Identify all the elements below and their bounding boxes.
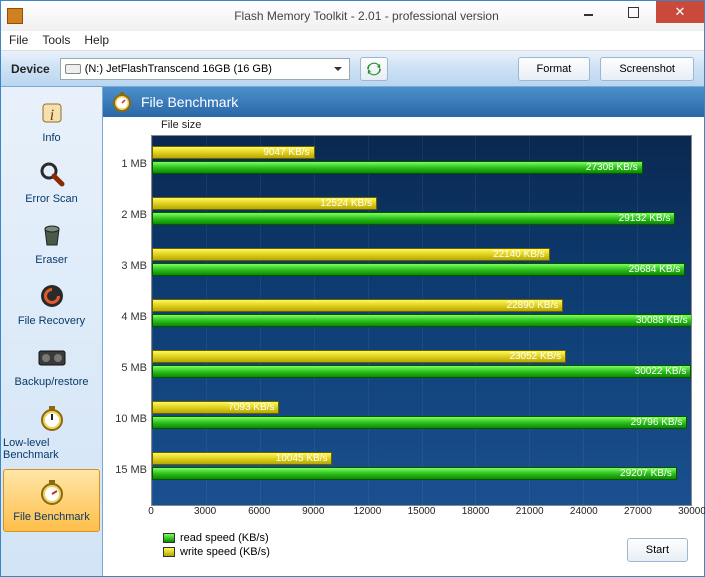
content-panel: File Benchmark File size 9047 KB/s 27308 …	[103, 87, 704, 576]
chart-bar-write: 10045 KB/s	[152, 452, 332, 465]
panel-header: File Benchmark	[103, 87, 704, 117]
sidebar-item-eraser[interactable]: Eraser	[1, 213, 102, 274]
sidebar-item-label: Error Scan	[25, 193, 78, 205]
chart-xtick: 6000	[248, 506, 270, 517]
chart-bar-read: 30022 KB/s	[152, 365, 691, 378]
sidebar-item-backup-restore[interactable]: Backup/restore	[1, 335, 102, 396]
chart-ylabel: File size	[161, 119, 201, 131]
chevron-down-icon	[331, 63, 345, 77]
chart-bar-write: 12524 KB/s	[152, 197, 377, 210]
chart-xtick: 0	[148, 506, 154, 517]
chart-bar-read: 29796 KB/s	[152, 416, 687, 429]
legend-swatch-write	[163, 547, 175, 557]
chart-xtick: 15000	[408, 506, 436, 517]
refresh-icon	[367, 62, 381, 76]
sidebar-item-label: Low-level Benchmark	[3, 437, 100, 461]
minimize-button[interactable]	[566, 1, 611, 23]
chart-category-label: 1 MB	[107, 158, 147, 170]
chart-area: File size 9047 KB/s 27308 KB/s 12524 KB/s 2…	[103, 117, 704, 576]
sidebar-item-label: File Recovery	[18, 315, 85, 327]
sidebar-item-low-level-benchmark[interactable]: Low-level Benchmark	[1, 396, 102, 469]
sidebar-item-label: File Benchmark	[13, 511, 89, 523]
chart-bar-read: 27308 KB/s	[152, 161, 643, 174]
info-icon: i	[36, 97, 68, 129]
chart-category-label: 3 MB	[107, 260, 147, 272]
screenshot-button[interactable]: Screenshot	[600, 57, 694, 81]
format-button[interactable]: Format	[518, 57, 591, 81]
stopwatch-icon	[36, 476, 68, 508]
chart-xtick: 30000	[678, 506, 705, 517]
titlebar: Flash Memory Toolkit - 2.01 - profession…	[1, 1, 704, 31]
stopwatch-icon	[36, 402, 68, 434]
chart-bar-read: 30088 KB/s	[152, 314, 692, 327]
menu-file[interactable]: File	[9, 33, 28, 48]
sidebar-item-label: Backup/restore	[15, 376, 89, 388]
sidebar: i Info Error Scan Eraser File Recovery B…	[1, 87, 103, 576]
chart-xaxis: 0 3000 6000 9000 12000 15000 18000 21000 24000 27…	[151, 506, 692, 524]
menu-tools[interactable]: Tools	[42, 33, 70, 48]
sidebar-item-file-benchmark[interactable]: File Benchmark	[3, 469, 100, 532]
svg-text:i: i	[49, 107, 53, 124]
chart-bar-read: 29207 KB/s	[152, 467, 677, 480]
menu-bar: File Tools Help	[1, 31, 704, 51]
backup-icon	[36, 341, 68, 373]
panel-title: File Benchmark	[141, 94, 238, 110]
refresh-button[interactable]	[360, 57, 388, 81]
sidebar-item-label: Info	[42, 132, 60, 144]
chart-category-label: 15 MB	[107, 464, 147, 476]
magnifier-icon	[36, 158, 68, 190]
chart-plot: 9047 KB/s 27308 KB/s 12524 KB/s 29132 KB/s 2…	[151, 135, 692, 506]
chart-category-label: 5 MB	[107, 362, 147, 374]
sidebar-item-file-recovery[interactable]: File Recovery	[1, 274, 102, 335]
main-area: i Info Error Scan Eraser File Recovery B…	[1, 87, 704, 576]
stopwatch-icon	[111, 91, 133, 113]
trash-icon	[36, 219, 68, 251]
chart-bar-read: 29132 KB/s	[152, 212, 675, 225]
chart-xtick: 21000	[516, 506, 544, 517]
window-buttons: ✕	[566, 1, 704, 23]
recovery-icon	[36, 280, 68, 312]
maximize-button[interactable]	[611, 1, 656, 23]
sidebar-item-info[interactable]: i Info	[1, 91, 102, 152]
menu-help[interactable]: Help	[84, 33, 109, 48]
sidebar-item-label: Eraser	[35, 254, 67, 266]
chart-legend: read speed (KB/s) write speed (KB/s)	[163, 532, 270, 558]
chart-category-label: 2 MB	[107, 209, 147, 221]
chart-bar-read: 29684 KB/s	[152, 263, 685, 276]
device-value: (N:) JetFlashTranscend 16GB (16 GB)	[85, 63, 272, 75]
chart-xtick: 3000	[194, 506, 216, 517]
close-button[interactable]: ✕	[656, 1, 704, 23]
chart-xtick: 27000	[624, 506, 652, 517]
chart-xtick: 12000	[353, 506, 381, 517]
app-icon	[7, 8, 23, 24]
sidebar-item-error-scan[interactable]: Error Scan	[1, 152, 102, 213]
device-select[interactable]: (N:) JetFlashTranscend 16GB (16 GB)	[60, 58, 350, 80]
chart-bar-write: 22140 KB/s	[152, 248, 550, 261]
start-button[interactable]: Start	[627, 538, 688, 562]
chart-xtick: 9000	[302, 506, 324, 517]
legend-write-label: write speed (KB/s)	[180, 546, 270, 558]
chart-category-label: 4 MB	[107, 311, 147, 323]
legend-swatch-read	[163, 533, 175, 543]
toolbar: Device (N:) JetFlashTranscend 16GB (16 G…	[1, 51, 704, 87]
chart-bar-write: 9047 KB/s	[152, 146, 315, 159]
chart-bar-write: 22890 KB/s	[152, 299, 563, 312]
drive-icon	[65, 64, 81, 74]
device-label: Device	[11, 62, 50, 76]
chart-xtick: 24000	[570, 506, 598, 517]
legend-read-label: read speed (KB/s)	[180, 532, 269, 544]
chart-bar-write: 23052 KB/s	[152, 350, 566, 363]
chart-xtick: 18000	[462, 506, 490, 517]
chart-category-label: 10 MB	[107, 413, 147, 425]
chart-bar-write: 7093 KB/s	[152, 401, 279, 414]
